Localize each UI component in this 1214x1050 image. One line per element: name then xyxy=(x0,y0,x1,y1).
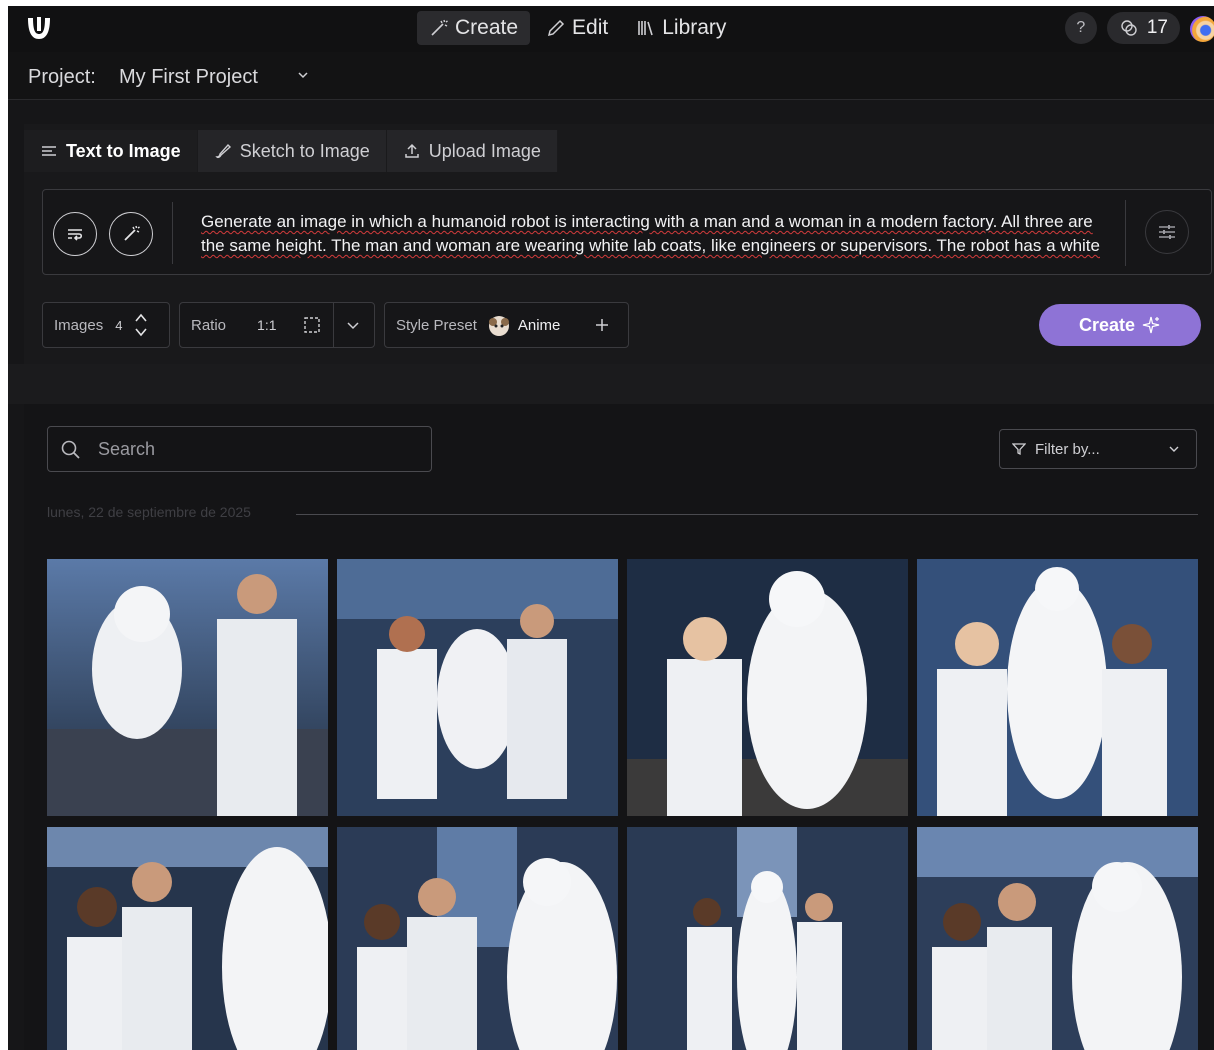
nav-edit-label: Edit xyxy=(572,16,609,39)
top-right-controls: ? 17 xyxy=(1064,12,1214,44)
user-avatar[interactable] xyxy=(1190,12,1214,44)
tab-label: Upload Image xyxy=(428,140,541,161)
generated-image[interactable] xyxy=(47,559,328,816)
chevron-down-icon[interactable] xyxy=(296,68,310,82)
mode-tabs: Text to Image Sketch to Image Upload Ima… xyxy=(24,130,558,172)
ratio-selector[interactable]: Ratio 1:1 xyxy=(179,302,375,348)
stepper-arrows-icon[interactable] xyxy=(134,311,148,339)
search-icon xyxy=(61,440,80,459)
project-label: Project: xyxy=(28,66,96,88)
style-preset-selector[interactable]: Style Preset Anime xyxy=(384,302,629,348)
date-group-divider xyxy=(296,514,1198,515)
text-wrap-icon xyxy=(68,229,83,241)
nav-create-label: Create xyxy=(455,16,519,39)
library-books-icon xyxy=(638,21,653,36)
nav-library-label: Library xyxy=(662,16,727,39)
credits-count: 17 xyxy=(1146,17,1168,38)
advanced-settings-button[interactable] xyxy=(1145,210,1189,254)
create-button[interactable]: Create xyxy=(1039,304,1201,346)
aspect-frame-icon xyxy=(303,317,320,333)
generated-image[interactable] xyxy=(337,559,618,816)
divider xyxy=(172,202,173,264)
project-bar: Project: My First Project xyxy=(8,52,1214,100)
generated-image[interactable] xyxy=(917,559,1198,816)
help-button[interactable]: ? xyxy=(1064,12,1097,44)
create-button-label: Create xyxy=(1078,314,1136,335)
anime-style-thumbnail-icon xyxy=(488,316,509,336)
prompt-assist-button[interactable] xyxy=(53,212,97,256)
tab-sketch-to-image[interactable]: Sketch to Image xyxy=(197,130,387,172)
filter-dropdown[interactable]: Filter by... xyxy=(999,429,1197,469)
chevron-down-icon[interactable] xyxy=(346,318,360,332)
generated-image[interactable] xyxy=(627,827,908,1050)
nav-library[interactable]: Library xyxy=(624,11,738,45)
app-window: Create Edit Library ? 17 Project: My Fir… xyxy=(8,6,1214,1050)
magic-wand-icon xyxy=(124,225,140,241)
style-value: Anime xyxy=(517,316,561,334)
text-lines-icon xyxy=(42,146,56,156)
sparkle-icon xyxy=(1142,316,1160,334)
search-input[interactable] xyxy=(98,437,418,461)
generated-image[interactable] xyxy=(627,559,908,816)
section-separator xyxy=(8,364,1214,404)
nav-create[interactable]: Create xyxy=(417,11,531,45)
date-group-label: lunes, 22 de septiembre de 2025 xyxy=(47,504,251,520)
main-nav: Create Edit Library xyxy=(417,11,738,45)
plus-icon[interactable] xyxy=(594,317,610,333)
app-logo[interactable] xyxy=(24,15,54,43)
gallery-panel: Filter by... lunes, 22 de septiembre de … xyxy=(24,404,1214,1050)
tab-label: Text to Image xyxy=(66,140,181,161)
top-bar: Create Edit Library ? 17 xyxy=(8,6,1214,52)
filter-funnel-icon xyxy=(1012,443,1026,456)
tab-text-to-image[interactable]: Text to Image xyxy=(24,130,198,172)
prompt-input[interactable]: Generate an image in which a humanoid ro… xyxy=(201,210,1119,262)
credits-badge[interactable]: 17 xyxy=(1106,12,1180,44)
images-count-stepper[interactable]: Images 4 xyxy=(42,302,170,348)
generated-image[interactable] xyxy=(917,827,1198,1050)
sliders-icon xyxy=(1159,225,1175,239)
pencil-icon xyxy=(548,19,565,37)
composer-panel: Text to Image Sketch to Image Upload Ima… xyxy=(24,124,1214,364)
help-icon: ? xyxy=(1076,19,1086,36)
divider xyxy=(1125,200,1126,266)
style-label: Style Preset xyxy=(396,316,477,334)
search-box[interactable] xyxy=(47,426,432,472)
ratio-label: Ratio xyxy=(191,316,227,334)
tab-upload-image[interactable]: Upload Image xyxy=(386,130,558,172)
project-selector[interactable]: My First Project xyxy=(119,66,258,89)
prompt-box: Generate an image in which a humanoid ro… xyxy=(42,189,1212,275)
tab-label: Sketch to Image xyxy=(239,140,370,161)
generated-image[interactable] xyxy=(47,827,328,1050)
brush-icon xyxy=(215,143,231,159)
nav-edit[interactable]: Edit xyxy=(534,11,620,45)
upload-icon xyxy=(405,143,419,158)
filter-label: Filter by... xyxy=(1035,440,1100,458)
enhance-prompt-button[interactable] xyxy=(109,212,153,256)
chevron-down-icon xyxy=(1169,446,1179,452)
divider xyxy=(332,303,334,347)
generated-image[interactable] xyxy=(337,827,618,1050)
ratio-value: 1:1 xyxy=(257,317,277,333)
images-label: Images xyxy=(54,316,104,334)
magic-wand-icon xyxy=(431,19,448,36)
images-value: 4 xyxy=(115,317,123,333)
coins-icon xyxy=(1121,20,1137,36)
